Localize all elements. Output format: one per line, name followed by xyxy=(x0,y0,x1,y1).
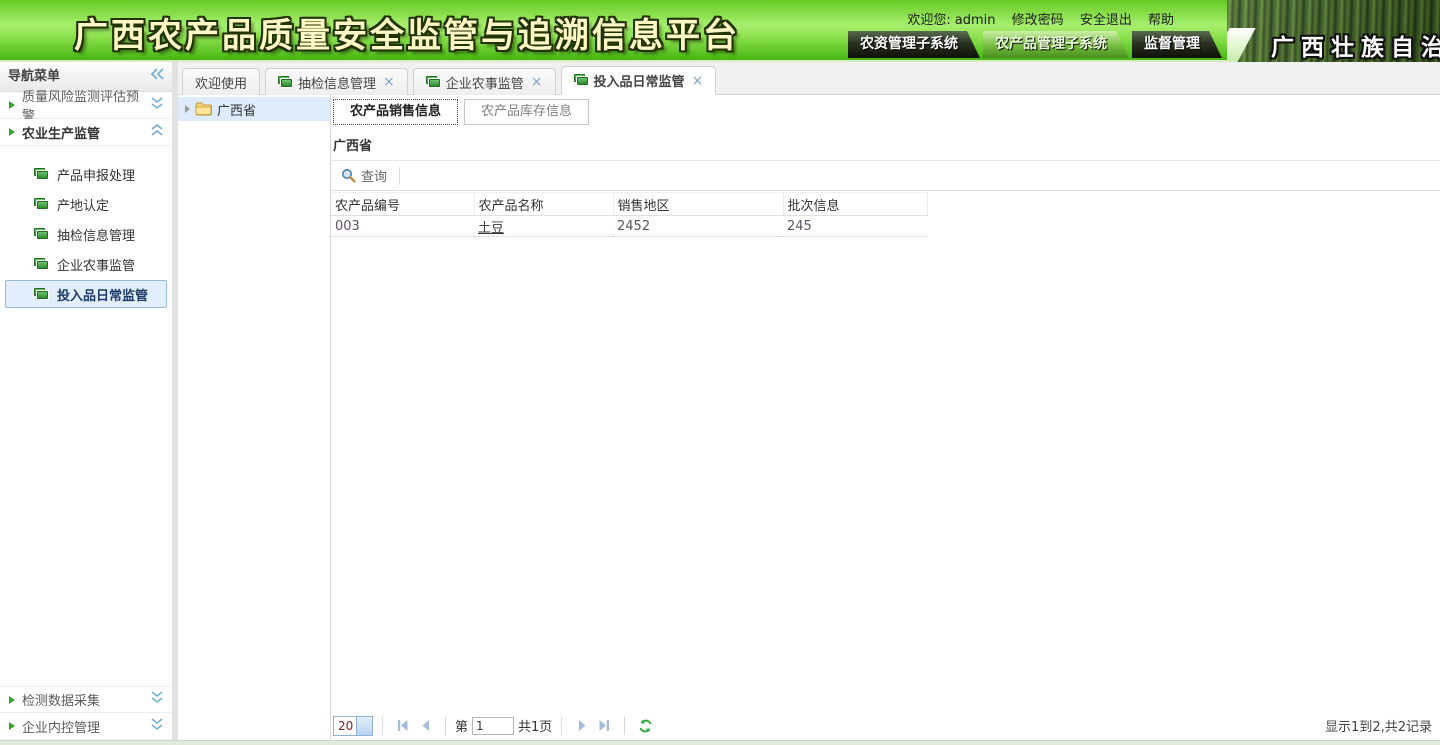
page-size-select[interactable]: 20 xyxy=(333,716,373,736)
next-page-button[interactable] xyxy=(571,716,593,736)
wheat-banner-image: 广西壮族自治区 xyxy=(1227,0,1440,62)
content-panel: 农产品销售信息 农产品库存信息 广西省 查询 xyxy=(331,95,1440,740)
chevron-down-icon[interactable] xyxy=(356,717,372,735)
sidebar-submenu: 产品申报处理 产地认定 抽检信息管理 企业农事监管 投入品日常监管 xyxy=(0,146,172,320)
sidebar-item-origin-certification[interactable]: 产地认定 xyxy=(5,190,167,218)
nav-sidebar: 导航菜单 质量风险监测评估预警 农业生产监管 产品申报处理 xyxy=(0,62,172,740)
tab-stock-info[interactable]: 农产品库存信息 xyxy=(464,99,589,125)
main-area: 欢迎使用 抽检信息管理 × 企业农事监管 × 投入品日常监管 × xyxy=(178,62,1440,740)
tree-expander-icon[interactable] xyxy=(185,105,190,113)
arrow-right-icon xyxy=(9,128,15,136)
cell-product-code: 003 xyxy=(331,216,474,237)
arrow-right-icon xyxy=(9,696,15,704)
record-count-status: 显示1到2,共2记录 xyxy=(1325,716,1432,735)
search-icon xyxy=(341,168,356,183)
book-icon xyxy=(426,76,441,89)
tab-welcome[interactable]: 欢迎使用 xyxy=(182,68,260,95)
sidebar-item-input-daily-supervision[interactable]: 投入品日常监管 xyxy=(5,280,167,308)
document-tabstrip: 欢迎使用 抽检信息管理 × 企业农事监管 × 投入品日常监管 × xyxy=(178,62,1440,95)
search-button[interactable]: 查询 xyxy=(333,164,395,188)
first-page-button[interactable] xyxy=(392,716,414,736)
subsystem-tab-supervision[interactable]: 监督管理 xyxy=(1132,31,1222,58)
book-icon xyxy=(34,198,49,211)
change-password-link[interactable]: 修改密码 xyxy=(1012,13,1064,28)
page-number-input[interactable] xyxy=(472,717,514,735)
tree-node-guangxi[interactable]: 广西省 xyxy=(178,97,330,121)
folder-icon xyxy=(195,102,212,116)
col-product-code[interactable]: 农产品编号 xyxy=(331,193,474,216)
sidebar-item-product-declaration[interactable]: 产品申报处理 xyxy=(5,160,167,188)
sidebar-group-agri-production[interactable]: 农业生产监管 xyxy=(0,119,172,146)
region-tree-panel: 广西省 xyxy=(178,95,331,740)
app-title: 广西农产品质量安全监管与追溯信息平台 xyxy=(74,8,740,57)
tab-sampling-info[interactable]: 抽检信息管理 × xyxy=(265,68,408,95)
sidebar-item-sampling-info[interactable]: 抽检信息管理 xyxy=(5,220,167,248)
col-product-name[interactable]: 农产品名称 xyxy=(474,193,613,216)
subsystem-tab-agri-products[interactable]: 农产品管理子系统 xyxy=(983,31,1129,58)
col-batch-info[interactable]: 批次信息 xyxy=(783,193,927,216)
tree-node-label: 广西省 xyxy=(217,100,256,119)
chevron-double-down-icon[interactable] xyxy=(151,718,163,735)
sidebar-item-farming-supervision[interactable]: 企业农事监管 xyxy=(5,250,167,278)
cell-sales-region: 2452 xyxy=(613,216,783,237)
arrow-right-icon xyxy=(9,101,15,109)
user-bar: 欢迎您: admin 修改密码 安全退出 帮助 xyxy=(907,9,1178,28)
welcome-label: 欢迎您: xyxy=(907,13,950,28)
content-tabs: 农产品销售信息 农产品库存信息 xyxy=(331,95,1440,125)
sidebar-group-quality-risk[interactable]: 质量风险监测评估预警 xyxy=(0,92,172,119)
book-icon xyxy=(34,258,49,271)
page-prefix-label: 第 xyxy=(455,716,468,735)
book-icon xyxy=(34,168,49,181)
book-icon xyxy=(34,288,49,301)
footer-strip xyxy=(0,740,1440,745)
close-icon[interactable]: × xyxy=(692,74,704,88)
chevron-double-down-icon[interactable] xyxy=(151,691,163,708)
subsystem-tab-agri-materials[interactable]: 农资管理子系统 xyxy=(848,31,980,58)
prev-page-button[interactable] xyxy=(414,716,436,736)
refresh-button[interactable] xyxy=(634,716,656,736)
tab-input-daily-supervision[interactable]: 投入品日常监管 × xyxy=(561,66,717,95)
sidebar-group-enterprise-control[interactable]: 企业内控管理 xyxy=(0,713,172,740)
arrow-right-icon xyxy=(9,722,15,730)
book-icon xyxy=(34,228,49,241)
book-icon xyxy=(278,76,293,89)
products-table: 农产品编号 农产品名称 销售地区 批次信息 003 土豆 2452 245 xyxy=(331,192,928,237)
col-sales-region[interactable]: 销售地区 xyxy=(613,193,783,216)
sidebar-group-detection-data[interactable]: 检测数据采集 xyxy=(0,686,172,713)
tab-farming-supervision[interactable]: 企业农事监管 × xyxy=(413,68,556,95)
logout-link[interactable]: 安全退出 xyxy=(1080,13,1132,28)
book-icon xyxy=(574,74,589,87)
page-count-label: 共1页 xyxy=(518,716,552,735)
toolbar-separator xyxy=(399,167,400,185)
subsystem-tabs: 农资管理子系统 农产品管理子系统 监督管理 xyxy=(845,31,1222,58)
last-page-button[interactable] xyxy=(593,716,615,736)
help-link[interactable]: 帮助 xyxy=(1148,13,1174,28)
table-header-row: 农产品编号 农产品名称 销售地区 批次信息 xyxy=(331,193,927,216)
pagination-bar: 20 第 共1页 xyxy=(331,711,1440,740)
region-label: 广西壮族自治区 xyxy=(1271,28,1440,62)
collapse-sidebar-icon[interactable] xyxy=(150,62,164,92)
tab-sales-info[interactable]: 农产品销售信息 xyxy=(333,99,458,125)
chevron-double-down-icon[interactable] xyxy=(151,97,163,114)
username: admin xyxy=(955,13,996,28)
panel-title: 广西省 xyxy=(331,125,1440,161)
grid-toolbar: 查询 xyxy=(331,161,1440,191)
close-icon[interactable]: × xyxy=(383,75,395,89)
chevron-double-up-icon[interactable] xyxy=(151,124,163,141)
app-header: 广西农产品质量安全监管与追溯信息平台 欢迎您: admin 修改密码 安全退出 帮… xyxy=(0,0,1440,62)
table-row[interactable]: 003 土豆 2452 245 xyxy=(331,216,927,237)
product-name-link[interactable]: 土豆 xyxy=(478,221,504,236)
close-icon[interactable]: × xyxy=(531,75,543,89)
cell-batch-info: 245 xyxy=(783,216,927,237)
